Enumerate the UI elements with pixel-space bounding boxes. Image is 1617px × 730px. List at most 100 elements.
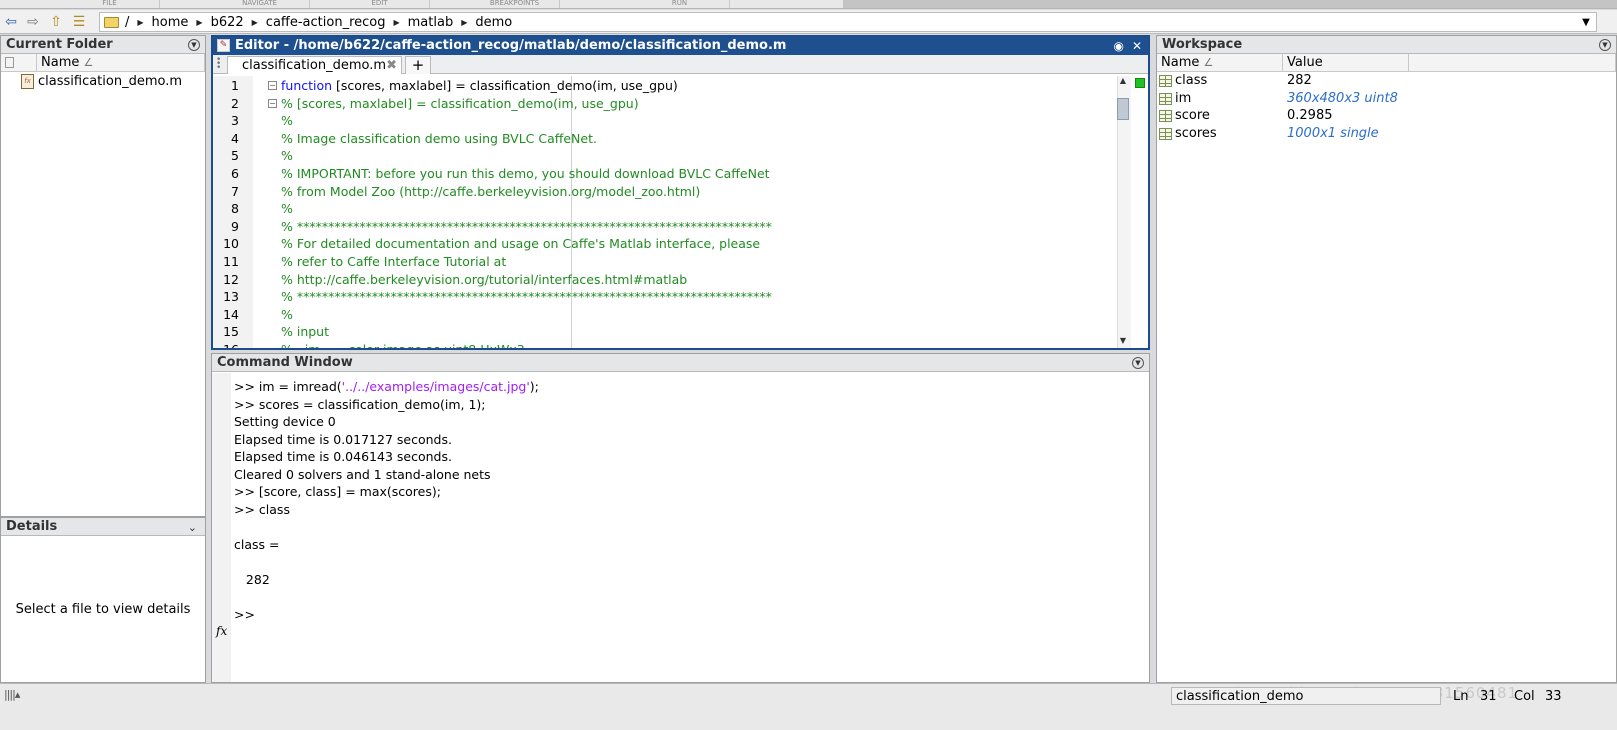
scroll-down-icon[interactable]: ▼ bbox=[1117, 336, 1129, 346]
function-browser-icon[interactable]: fx bbox=[216, 624, 227, 638]
back-arrow-icon[interactable]: ⇦ bbox=[2, 13, 20, 31]
command-line: Elapsed time is 0.017127 seconds. bbox=[234, 431, 452, 448]
new-tab-button[interactable]: + bbox=[405, 56, 431, 74]
column-number: 33 bbox=[1545, 689, 1562, 704]
fold-toggle-icon[interactable]: − bbox=[268, 81, 277, 90]
code-line[interactable]: 11 % refer to Caffe Interface Tutorial at bbox=[213, 253, 1117, 271]
code-analyzer-status-icon[interactable] bbox=[1135, 78, 1145, 88]
command-line: >> bbox=[234, 606, 255, 623]
code-line[interactable]: 15 % input bbox=[213, 323, 1117, 341]
breadcrumb-separator-icon[interactable]: ▶ bbox=[461, 18, 467, 27]
breadcrumb-separator-icon[interactable]: ▶ bbox=[137, 18, 143, 27]
code-area[interactable]: 1 − function [scores, maxlabel] = classifi… bbox=[213, 76, 1117, 348]
breadcrumb-b622[interactable]: b622 bbox=[211, 15, 244, 30]
name-column-header[interactable]: Name ∠ bbox=[37, 54, 205, 71]
code-line[interactable]: 9 % *************************************… bbox=[213, 218, 1117, 236]
workspace-variable-row[interactable]: im 360x480x3 uint8 bbox=[1157, 90, 1616, 108]
code-line[interactable]: 4 % Image classification demo using BVLC … bbox=[213, 130, 1117, 148]
file-icon bbox=[5, 57, 14, 68]
breadcrumb-matlab[interactable]: matlab bbox=[408, 15, 454, 30]
line-number[interactable]: 11 bbox=[213, 253, 239, 271]
breadcrumb-separator-icon[interactable]: ▶ bbox=[252, 18, 258, 27]
code-line[interactable]: 1 − function [scores, maxlabel] = classifi… bbox=[213, 77, 1117, 95]
browse-folder-icon[interactable]: ☰ bbox=[70, 13, 88, 31]
breadcrumb-caffe-action-recog[interactable]: caffe-action_recog bbox=[266, 15, 386, 30]
path-field[interactable]: / ▶ home ▶ b622 ▶ caffe-action_recog ▶ m… bbox=[99, 12, 1597, 32]
editor-vertical-scrollbar[interactable]: ▲ ▼ bbox=[1115, 76, 1148, 348]
current-folder-panel: Current Folder ▼ Name ∠ fx classificatio… bbox=[0, 35, 206, 517]
line-number[interactable]: 16 bbox=[213, 341, 239, 348]
line-number[interactable]: 7 bbox=[213, 183, 239, 201]
details-title-bar[interactable]: Details ⌄ bbox=[1, 518, 205, 536]
forward-arrow-icon[interactable]: ⇨ bbox=[24, 13, 42, 31]
editor-tab-bar: • • • classification_demo.m ✖ + bbox=[213, 55, 1148, 74]
line-number[interactable]: 5 bbox=[213, 147, 239, 165]
panel-actions-icon[interactable]: ▼ bbox=[1132, 357, 1144, 369]
code-line[interactable]: 3% bbox=[213, 112, 1117, 130]
code-text: % For detailed documentation and usage o… bbox=[281, 235, 760, 253]
command-line: 282 bbox=[234, 571, 270, 588]
scrollbar-thumb[interactable] bbox=[1117, 98, 1129, 120]
toolstrip-section-file[interactable]: FILE bbox=[60, 0, 160, 8]
scroll-up-icon[interactable]: ▲ bbox=[1117, 76, 1129, 86]
matlab-desktop: FILE NAVIGATE EDIT BREAKPOINTS RUN ⇦ ⇨ ⇧… bbox=[0, 0, 1617, 730]
name-column-header[interactable]: Name ∠ bbox=[1157, 54, 1283, 71]
code-line[interactable]: 12 % http://caffe.berkeleyvision.org/tuto… bbox=[213, 271, 1117, 289]
close-icon[interactable]: ✕ bbox=[1132, 37, 1142, 55]
line-number[interactable]: 1 bbox=[213, 77, 239, 95]
chevron-down-icon[interactable]: ⌄ bbox=[188, 519, 197, 537]
code-line[interactable]: 10 % For detailed documentation and usage… bbox=[213, 235, 1117, 253]
breadcrumb-home[interactable]: home bbox=[152, 15, 189, 30]
panel-actions-icon[interactable]: ▼ bbox=[1599, 39, 1611, 51]
code-line[interactable]: 16 % im color image as uint8 HxWx3 bbox=[213, 341, 1117, 348]
breadcrumb-root[interactable]: / bbox=[125, 15, 129, 30]
code-line[interactable]: 13 % ************************************… bbox=[213, 288, 1117, 306]
command-line: >> im = imread('../../examples/images/ca… bbox=[234, 378, 539, 395]
toolstrip-section-run[interactable]: RUN bbox=[630, 0, 730, 8]
line-number[interactable]: 12 bbox=[213, 271, 239, 289]
drag-handle-icon[interactable]: • • • bbox=[216, 56, 221, 73]
code-line[interactable]: 14% bbox=[213, 306, 1117, 324]
breadcrumb-separator-icon[interactable]: ▶ bbox=[393, 18, 399, 27]
breadcrumb-separator-icon[interactable]: ▶ bbox=[196, 18, 202, 27]
code-line[interactable]: 5% bbox=[213, 147, 1117, 165]
editor-actions-icon[interactable]: ◉ bbox=[1114, 37, 1124, 55]
fold-toggle-icon[interactable]: − bbox=[268, 98, 277, 108]
toolstrip-section-navigate[interactable]: NAVIGATE bbox=[210, 0, 310, 8]
code-line[interactable]: 8% bbox=[213, 200, 1117, 218]
status-grip-icon[interactable]: ||||▴ bbox=[4, 688, 20, 701]
extra-column-header[interactable] bbox=[1409, 54, 1616, 71]
file-row[interactable]: fx classification_demo.m bbox=[1, 72, 205, 90]
code-text: % bbox=[281, 200, 293, 218]
workspace-variable-row[interactable]: score 0.2985 bbox=[1157, 107, 1616, 125]
toolstrip-section-edit[interactable]: EDIT bbox=[330, 0, 430, 8]
line-number[interactable]: 13 bbox=[213, 288, 239, 306]
line-number[interactable]: 8 bbox=[213, 200, 239, 218]
up-folder-icon[interactable]: ⇧ bbox=[47, 13, 65, 31]
close-tab-icon[interactable]: ✖ bbox=[386, 57, 397, 74]
workspace-variable-row[interactable]: class 282 bbox=[1157, 72, 1616, 90]
panel-actions-icon[interactable]: ▼ bbox=[188, 39, 200, 51]
variable-name: scores bbox=[1175, 125, 1217, 141]
line-number[interactable]: 9 bbox=[213, 218, 239, 236]
editor-tab[interactable]: classification_demo.m ✖ bbox=[227, 56, 402, 74]
line-number[interactable]: 4 bbox=[213, 130, 239, 148]
value-column-header[interactable]: Value bbox=[1283, 54, 1409, 71]
variable-value: 1000x1 single bbox=[1287, 125, 1379, 141]
code-line[interactable]: 2 −% [scores, maxlabel] = classification_… bbox=[213, 95, 1117, 113]
line-number[interactable]: 10 bbox=[213, 235, 239, 253]
command-window-body[interactable]: fx >> im = imread('../../examples/images… bbox=[212, 373, 1149, 682]
path-dropdown-icon[interactable]: ▼ bbox=[1576, 13, 1596, 33]
line-number[interactable]: 2 bbox=[213, 95, 239, 113]
line-number[interactable]: 15 bbox=[213, 323, 239, 341]
breadcrumb-demo[interactable]: demo bbox=[475, 15, 512, 30]
line-number[interactable]: 14 bbox=[213, 306, 239, 324]
file-type-column[interactable] bbox=[1, 54, 37, 71]
workspace-variable-row[interactable]: scores 1000x1 single bbox=[1157, 125, 1616, 143]
line-number[interactable]: 3 bbox=[213, 112, 239, 130]
comment: % bbox=[281, 201, 293, 217]
code-line[interactable]: 7 % from Model Zoo (http://caffe.berkeley… bbox=[213, 183, 1117, 201]
line-number[interactable]: 6 bbox=[213, 165, 239, 183]
code-line[interactable]: 6 % IMPORTANT: before you run this demo, … bbox=[213, 165, 1117, 183]
toolstrip-section-breakpoints[interactable]: BREAKPOINTS bbox=[470, 0, 560, 8]
